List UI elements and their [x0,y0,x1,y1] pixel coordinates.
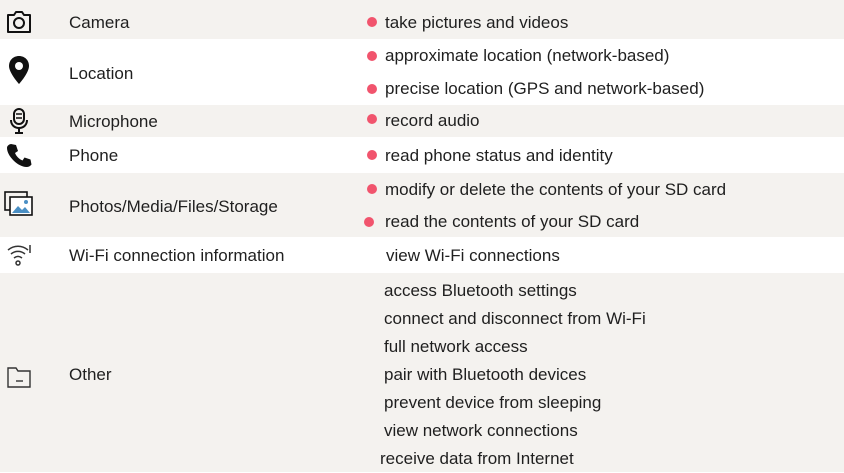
permission-item: view Wi-Fi connections [386,246,560,265]
dangerous-dot [367,150,377,160]
group-name: Photos/Media/Files/Storage [69,197,278,216]
permission-group-microphone: Microphone record audio [0,105,844,138]
permission-item: read the contents of your SD card [385,212,640,231]
permission-item: approximate location (network-based) [385,46,670,65]
permission-group-phone: Phone read phone status and identity [0,138,844,173]
phone-icon [4,140,34,170]
permission-item: record audio [385,111,480,130]
folder-icon [4,362,34,392]
group-name: Wi-Fi connection information [69,246,285,265]
permission-item: precise location (GPS and network-based) [385,79,705,98]
permission-item: pair with Bluetooth devices [384,365,587,384]
permission-group-wifi: Wi-Fi connection information view Wi-Fi … [0,238,844,273]
group-name: Microphone [69,112,158,131]
permission-group-storage: Photos/Media/Files/Storage modify or del… [0,173,844,238]
group-name: Phone [69,146,119,165]
photo-icon [4,189,34,219]
location-pin-icon [4,55,34,85]
permission-item: full network access [384,337,528,356]
dangerous-dot [367,184,377,194]
group-name: Other [69,365,112,384]
permission-group-location: Location approximate location (network-b… [0,40,844,105]
camera-icon [4,7,34,37]
permission-group-other: Other access Bluetooth settings connect … [0,273,844,473]
permission-item: take pictures and videos [385,13,569,32]
dangerous-dot [364,217,374,227]
group-name: Camera [69,13,130,32]
permission-item: modify or delete the contents of your SD… [385,180,727,199]
dangerous-dot [367,114,377,124]
dangerous-dot [367,17,377,27]
permission-item: view network connections [384,421,578,440]
dangerous-dot [367,51,377,61]
permission-group-camera: Camera take pictures and videos [0,6,844,40]
permission-item: prevent device from sleeping [384,393,602,412]
microphone-icon [4,106,34,136]
permission-item: access Bluetooth settings [384,281,577,300]
wifi-info-icon [4,240,34,270]
permission-item: read phone status and identity [385,146,613,165]
dangerous-dot [367,84,377,94]
permission-item: receive data from Internet [380,449,574,468]
group-name: Location [69,64,134,83]
permission-item: connect and disconnect from Wi-Fi [384,309,646,328]
